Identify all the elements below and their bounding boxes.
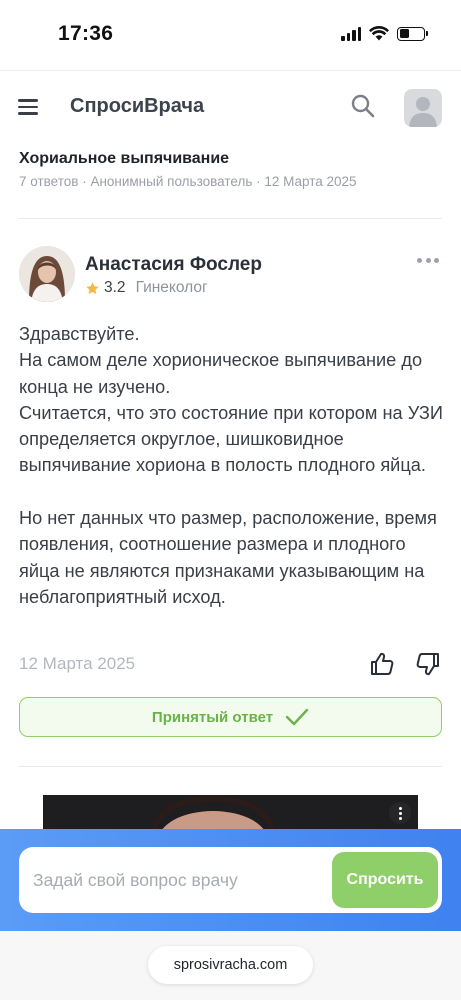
accepted-answer-label: Принятый ответ <box>151 708 274 726</box>
star-icon <box>86 281 99 294</box>
user-placeholder-icon <box>409 97 437 127</box>
checkmark-icon <box>285 708 309 726</box>
app-header: СпросиВрача <box>0 70 461 142</box>
url-address-pill[interactable]: sprosivracha.com <box>148 946 313 984</box>
more-options-icon[interactable] <box>417 258 439 266</box>
divider <box>19 218 442 219</box>
answer-date: 12 Марта 2025 <box>19 654 136 673</box>
ask-question-input[interactable] <box>33 847 329 913</box>
cellular-signal-icon <box>341 26 361 41</box>
doctor-photo <box>19 246 75 302</box>
doctor-rating-row: 3.2 Гинеколог <box>85 279 208 297</box>
user-avatar-button[interactable] <box>404 89 442 127</box>
thumbs-up-icon[interactable] <box>368 650 396 678</box>
brand-logo-text[interactable]: СпросиВрача <box>70 95 204 118</box>
accepted-answer-badge: Принятый ответ <box>19 697 442 737</box>
thumbs-down-icon[interactable] <box>414 650 442 678</box>
doctor-avatar[interactable] <box>19 246 75 302</box>
doctor-rating: 3.2 <box>104 279 126 296</box>
hamburger-menu-icon[interactable] <box>18 99 38 115</box>
doctor-name[interactable]: Анастасия Фослер <box>85 254 262 276</box>
question-header: Хориальное выпячивание 7 ответов · Анони… <box>19 150 442 189</box>
answer-text: Здравствуйте. На самом деле хорионическо… <box>19 324 443 607</box>
battery-icon <box>397 26 428 41</box>
status-bar: 17:36 <box>0 0 461 70</box>
doctor-specialty: Гинеколог <box>135 279 208 296</box>
status-time: 17:36 <box>58 22 114 45</box>
wifi-icon <box>369 26 389 41</box>
ask-question-bar: Спросить <box>0 829 461 931</box>
ask-button[interactable]: Спросить <box>332 852 438 908</box>
browser-toolbar: sprosivracha.com <box>0 931 461 1000</box>
question-meta: 7 ответов · Анонимный пользователь · 12 … <box>19 174 357 189</box>
search-icon[interactable] <box>350 93 376 119</box>
divider <box>19 766 442 767</box>
question-title: Хориальное выпячивание <box>19 150 230 167</box>
ask-question-box: Спросить <box>19 847 442 913</box>
video-more-options-icon[interactable] <box>389 802 411 824</box>
status-icons <box>341 26 428 41</box>
